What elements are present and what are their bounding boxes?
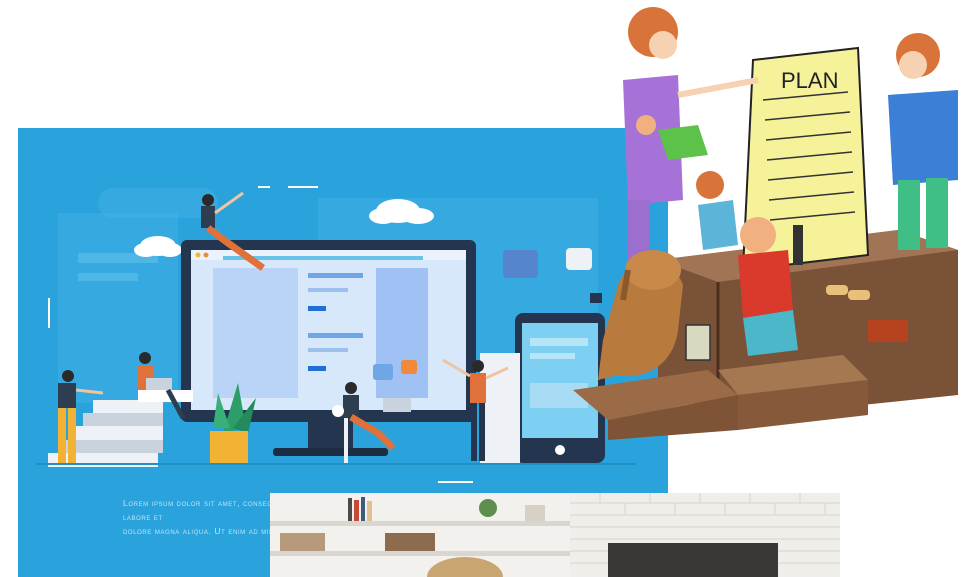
plan-cartoon-art: PLAN: [573, 7, 958, 440]
flashlight-icon: [793, 225, 803, 265]
person-figure: [696, 171, 738, 250]
interior-photo: [270, 493, 840, 577]
family-plan-illustration: PLAN: [568, 0, 961, 440]
plan-sign-text: PLAN: [781, 68, 838, 93]
interior-photo-art: [270, 493, 840, 577]
person-figure: [888, 33, 958, 250]
